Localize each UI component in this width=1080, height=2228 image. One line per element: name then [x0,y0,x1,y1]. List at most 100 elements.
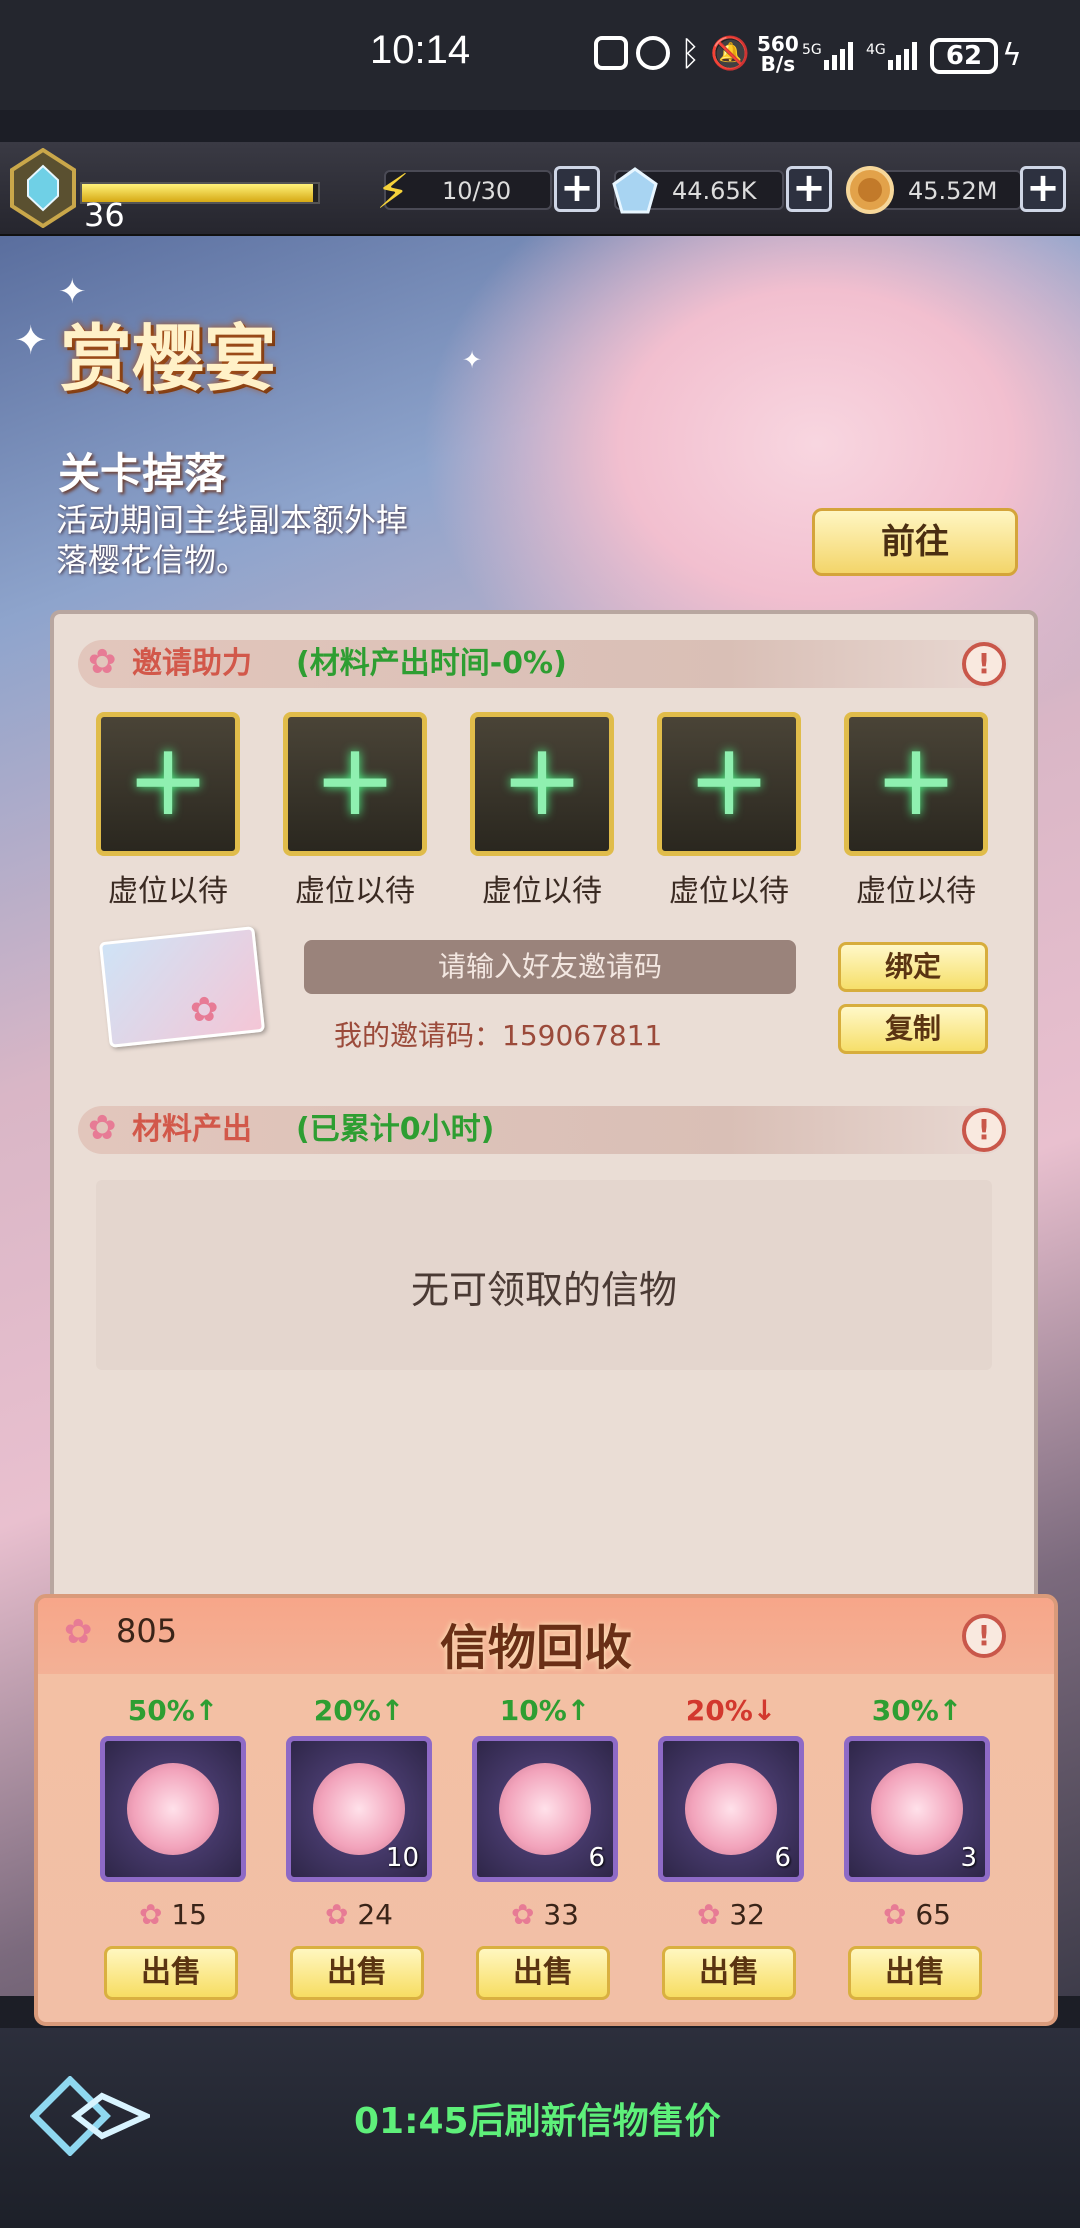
svg-text:4G: 4G [866,42,886,58]
item-price-value: 32 [729,1898,765,1931]
item-price: ✿ 33 [470,1898,620,1931]
crystal-icon [610,166,660,216]
item-count: 6 [588,1843,605,1873]
sell-button[interactable]: 出售 [476,1946,610,2000]
price-change-percent: 50%↑ [127,1694,219,1727]
item-price-value: 15 [171,1898,207,1931]
price-refresh-countdown: 01:45后刷新信物售价 [354,2101,721,2142]
item-price-value: 33 [543,1898,579,1931]
sakura-token-icon [871,1763,963,1855]
alarm-icon [636,36,670,70]
sakura-total: 805 [116,1612,178,1650]
sakura-icon: ✿ [510,1898,535,1931]
nfc-icon [594,36,628,70]
network-speed: 560 B/s [757,34,799,74]
sakura-postcard-image [98,926,266,1048]
signal-4g-icon: 4G [866,40,920,70]
price-change-percent: 20%↑ [313,1694,405,1727]
coin-icon [844,164,896,216]
sell-button[interactable]: 出售 [104,1946,238,2000]
invite-slot[interactable]: + [96,712,240,856]
price-change-percent: 20%↓ [685,1694,777,1727]
item-count: 6 [774,1843,791,1873]
invite-slot[interactable]: + [470,712,614,856]
sakura-icon: ✿ [64,1612,93,1652]
token-item-slot[interactable]: 10 [286,1736,432,1882]
energy-value: 10/30 [442,177,512,205]
sakura-token-icon [499,1763,591,1855]
sakura-icon: ✿ [138,1898,163,1931]
stage-drop-description: 活动期间主线副本额外掉落樱花信物。 [56,501,409,579]
invite-slot-label: 虚位以待 [669,874,789,909]
sparkle-icon: ✦ [462,346,483,374]
sakura-icon: ✿ [88,642,117,682]
sakura-icon: ✿ [190,990,219,1030]
price-change-percent: 30%↑ [871,1694,963,1727]
network-speed-value: 560 [757,32,799,56]
sell-button[interactable]: 出售 [848,1946,982,2000]
token-item-slot[interactable]: 3 [844,1736,990,1882]
sakura-icon: ✿ [324,1898,349,1931]
invite-slot-label: 虚位以待 [856,874,976,909]
my-invite-code: 我的邀请码：159067811 [334,1019,663,1052]
sakura-token-icon [685,1763,777,1855]
invite-slot-label: 虚位以待 [295,874,415,909]
item-price: ✿ 24 [284,1898,434,1931]
goto-button[interactable]: 前往 [812,508,1018,576]
bluetooth-icon: ᛒ [680,34,701,74]
item-price: ✿ 65 [842,1898,992,1931]
signal-5g-icon: 5G [802,40,856,70]
item-price: ✿ 32 [656,1898,806,1931]
empty-materials-message: 无可领取的信物 [96,1180,992,1370]
sell-button[interactable]: 出售 [290,1946,424,2000]
coins-value: 45.52M [908,177,998,205]
materials-section-title: 材料产出 [132,1112,252,1147]
game-logo-icon[interactable] [29,2075,154,2157]
item-price-value: 24 [357,1898,393,1931]
status-time: 10:14 [370,28,471,72]
invite-slot-label: 虚位以待 [482,874,602,909]
invite-slot[interactable]: + [283,712,427,856]
sakura-token-icon [313,1763,405,1855]
stage-drop-title: 关卡掉落 [58,449,227,498]
token-item-slot[interactable] [100,1736,246,1882]
invite-slot-label: 虚位以待 [108,874,228,909]
materials-section-subtitle: (已累计0小时) [296,1112,495,1147]
sakura-icon: ✿ [696,1898,721,1931]
token-item-slot[interactable]: 6 [472,1736,618,1882]
item-count: 10 [385,1843,419,1873]
item-price: ✿ 15 [98,1898,248,1931]
copy-button[interactable]: 复制 [838,1004,988,1054]
network-speed-unit: B/s [760,52,796,76]
invite-slot[interactable]: + [657,712,801,856]
invite-section-subtitle: (材料产出时间-0%) [296,646,567,681]
add-coins-button[interactable]: + [1020,166,1066,212]
player-level: 36 [84,196,125,234]
add-gems-button[interactable]: + [786,166,832,212]
sparkle-icon: ✦ [14,318,48,364]
level-emblem-icon[interactable] [8,147,78,229]
sakura-icon: ✿ [88,1108,117,1148]
bind-button[interactable]: 绑定 [838,942,988,992]
item-price-value: 65 [915,1898,951,1931]
invite-section-title: 邀请助力 [132,646,252,681]
battery-indicator: 62 [930,38,998,74]
add-energy-button[interactable]: + [554,166,600,212]
mute-icon: 🔕 [710,34,750,72]
materials-info-icon[interactable]: ! [962,1108,1006,1152]
charging-icon: ϟ [1002,38,1022,73]
token-item-slot[interactable]: 6 [658,1736,804,1882]
sakura-token-icon [127,1763,219,1855]
item-count: 3 [960,1843,977,1873]
invite-info-icon[interactable]: ! [962,642,1006,686]
svg-text:5G: 5G [802,42,822,58]
sakura-icon: ✿ [882,1898,907,1931]
invite-slot[interactable]: + [844,712,988,856]
price-change-percent: 10%↑ [499,1694,591,1727]
lightning-icon: ⚡ [376,164,410,220]
invite-code-input[interactable]: 请输入好友邀请码 [304,940,796,994]
recycle-title: 信物回收 [440,1620,633,1676]
recycle-info-icon[interactable]: ! [962,1614,1006,1658]
gems-value: 44.65K [672,177,757,205]
sell-button[interactable]: 出售 [662,1946,796,2000]
